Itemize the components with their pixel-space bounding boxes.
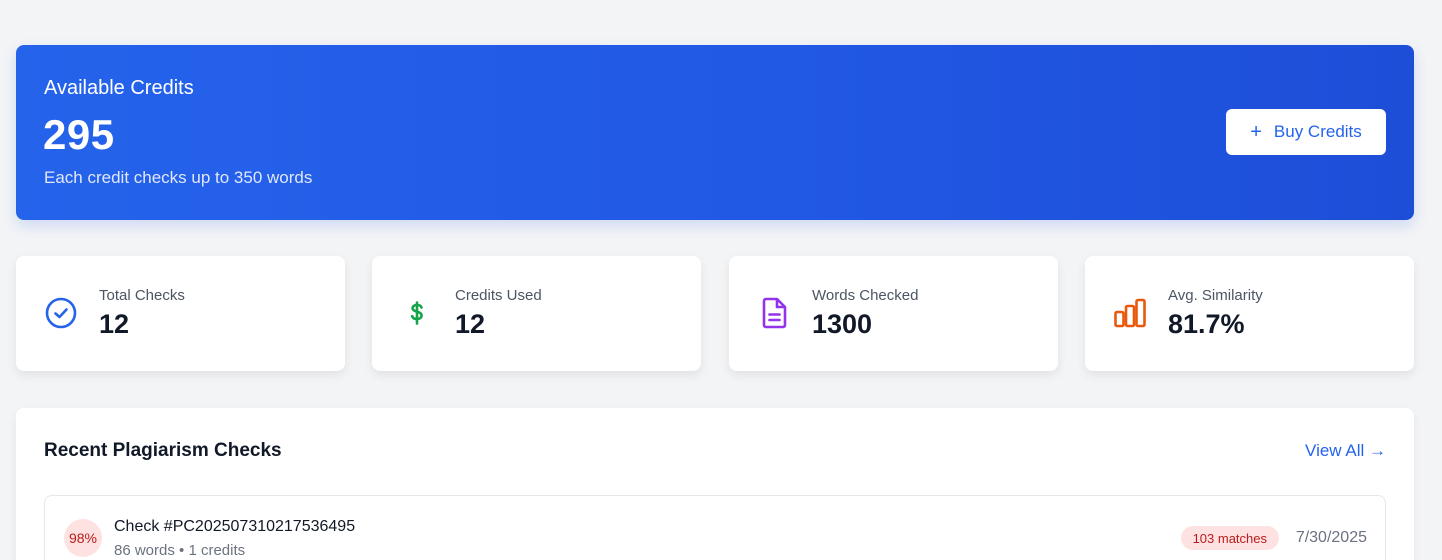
stat-card-avg-similarity: Avg. Similarity 81.7% [1085, 256, 1414, 371]
bar-chart-icon [1113, 296, 1147, 330]
credits-card: Available Credits 295 Each credit checks… [16, 45, 1414, 220]
buy-credits-label: Buy Credits [1273, 122, 1362, 141]
credits-description: Each credit checks up to 350 words [44, 168, 313, 187]
dollar-icon [400, 296, 434, 330]
stat-label: Credits Used [455, 287, 542, 304]
matches-badge: 103 matches [1180, 526, 1279, 550]
stat-value: 81.7% [1168, 309, 1245, 339]
stat-value: 12 [99, 309, 130, 339]
stat-card-credits-used: Credits Used 12 [372, 256, 701, 371]
similarity-badge: 98% [64, 519, 102, 557]
panel-title: Recent Plagiarism Checks [44, 440, 282, 461]
check-date: 7/30/2025 [1295, 529, 1367, 546]
stat-label: Words Checked [812, 287, 919, 304]
stat-card-total-checks: Total Checks 12 [16, 256, 345, 371]
check-meta: 86 words • 1 credits [114, 542, 246, 559]
credits-value: 295 [43, 111, 115, 158]
credits-label: Available Credits [44, 77, 194, 99]
document-icon [757, 296, 791, 330]
view-all-link[interactable]: View All → [1305, 441, 1386, 461]
recent-checks-panel: Recent Plagiarism Checks View All → 98% … [16, 408, 1414, 560]
stat-value: 1300 [812, 309, 873, 339]
stat-label: Total Checks [99, 287, 185, 304]
stat-value: 12 [455, 309, 486, 339]
list-item[interactable]: 98% Check #PC202507310217536495 86 words… [44, 495, 1386, 560]
check-circle-icon [44, 296, 78, 330]
plus-icon: + [1250, 121, 1262, 143]
stat-label: Avg. Similarity [1168, 287, 1263, 304]
buy-credits-button[interactable]: + Buy Credits [1226, 109, 1386, 155]
stat-card-words-checked: Words Checked 1300 [729, 256, 1058, 371]
check-id: Check #PC202507310217536495 [114, 518, 356, 535]
